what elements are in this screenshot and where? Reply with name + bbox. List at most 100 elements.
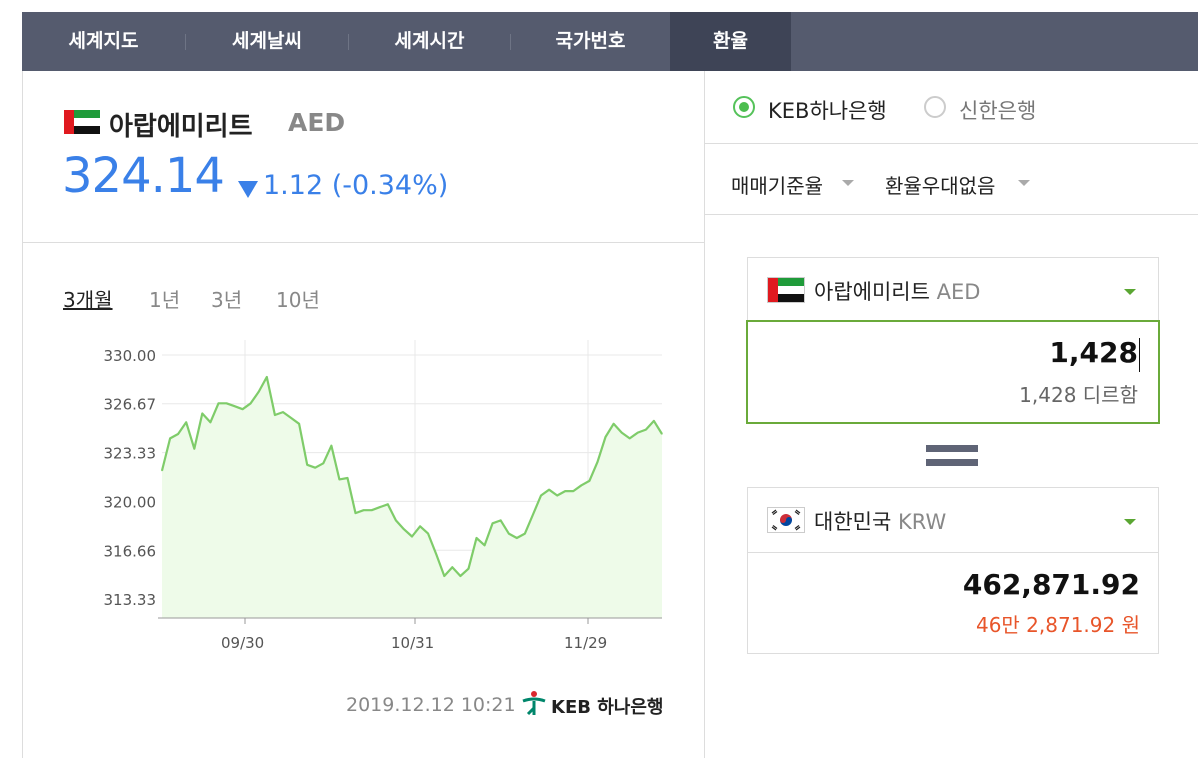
hana-bank-logo-icon bbox=[522, 691, 546, 716]
data-point bbox=[572, 490, 574, 492]
tab-world-time[interactable]: 세계시간 bbox=[349, 12, 510, 71]
data-point bbox=[411, 535, 413, 538]
data-point bbox=[217, 402, 220, 404]
preferential-rate-dropdown[interactable]: 환율우대없음 bbox=[885, 170, 995, 199]
to-currency-select[interactable]: 대한민국 KRW bbox=[748, 488, 1158, 553]
data-point bbox=[596, 461, 599, 463]
x-tick-label: 11/29 bbox=[564, 634, 607, 652]
y-tick-label: 316.66 bbox=[104, 542, 157, 560]
from-currency-code: AED bbox=[936, 280, 981, 304]
data-point bbox=[225, 402, 228, 404]
y-tick-label: 320.00 bbox=[104, 493, 157, 511]
data-point bbox=[516, 537, 518, 539]
data-point bbox=[524, 532, 526, 535]
from-amount-value: 1,428 bbox=[1049, 336, 1138, 369]
y-tick-label: 330.00 bbox=[104, 347, 157, 365]
from-country-name: 아랍에미리트 bbox=[814, 280, 930, 304]
data-point bbox=[548, 489, 550, 491]
data-point bbox=[330, 445, 332, 447]
rate-type-dropdown[interactable]: 매매기준율 bbox=[731, 170, 823, 199]
korea-flag-icon bbox=[768, 508, 804, 532]
data-point bbox=[266, 376, 268, 378]
data-point bbox=[629, 437, 631, 440]
rate-chart: 330.00 326.67 323.33 320.00 316.66 313.33 09/3… bbox=[104, 340, 663, 652]
to-country-name: 대한민국 bbox=[814, 510, 892, 534]
y-tick-label: 326.67 bbox=[104, 396, 157, 414]
data-point bbox=[443, 575, 445, 577]
x-tick-label: 10/31 bbox=[391, 634, 434, 652]
currency-country-name: 아랍에미리트 bbox=[109, 112, 253, 142]
data-point bbox=[621, 431, 623, 434]
data-point bbox=[290, 417, 292, 419]
tab-world-weather[interactable]: 세계날씨 bbox=[186, 12, 348, 71]
data-point bbox=[637, 431, 639, 434]
data-point bbox=[500, 519, 502, 521]
bank-logo-text: KEB 하나은행 bbox=[551, 697, 664, 718]
data-point bbox=[161, 470, 163, 472]
data-point bbox=[314, 467, 316, 469]
period-1-year[interactable]: 1년 bbox=[149, 284, 180, 313]
period-3-months[interactable]: 3개월 bbox=[63, 284, 113, 313]
data-point bbox=[556, 494, 558, 497]
text-cursor bbox=[1139, 338, 1140, 372]
data-point bbox=[435, 553, 437, 555]
uae-flag-icon bbox=[768, 278, 804, 302]
from-currency-select[interactable]: 아랍에미리트 AED bbox=[747, 257, 1159, 321]
data-point bbox=[346, 477, 349, 479]
data-point bbox=[242, 408, 244, 410]
divider bbox=[22, 242, 705, 243]
data-point bbox=[483, 544, 486, 546]
data-point bbox=[604, 436, 607, 438]
data-point bbox=[338, 478, 341, 481]
data-point bbox=[532, 513, 534, 516]
data-point bbox=[250, 402, 252, 404]
data-point bbox=[354, 512, 357, 514]
data-point bbox=[177, 433, 179, 435]
series-area bbox=[162, 377, 662, 618]
y-tick-label: 313.33 bbox=[104, 591, 157, 609]
period-3-years[interactable]: 3년 bbox=[211, 284, 242, 313]
bank-radio-shinhan[interactable] bbox=[924, 96, 946, 118]
from-amount-input[interactable]: 1,428 1,428 디르함 bbox=[746, 320, 1160, 424]
data-point bbox=[185, 421, 187, 423]
data-point bbox=[492, 522, 494, 524]
divider bbox=[705, 143, 1198, 144]
data-point bbox=[387, 503, 389, 505]
to-amount-text: 46만 2,871.92 원 bbox=[975, 613, 1140, 637]
data-point bbox=[451, 566, 453, 568]
data-point bbox=[508, 532, 510, 535]
data-point bbox=[661, 433, 663, 435]
data-point bbox=[371, 509, 373, 511]
data-point bbox=[588, 480, 591, 482]
data-point bbox=[379, 506, 381, 508]
data-point bbox=[282, 411, 284, 413]
bank-label-shinhan[interactable]: 신한은행 bbox=[959, 95, 1036, 125]
data-point bbox=[258, 390, 260, 393]
divider bbox=[705, 214, 1198, 215]
to-amount-value: 462,871.92 bbox=[962, 568, 1140, 601]
top-nav-bar: 세계지도 세계날씨 세계시간 국가번호 환율 bbox=[22, 12, 1198, 71]
bank-label-keb-hana[interactable]: KEB하나은행 bbox=[768, 95, 887, 125]
from-currency-label: 아랍에미리트 AED bbox=[814, 276, 980, 306]
to-currency-code: KRW bbox=[897, 510, 947, 534]
rate-timestamp: 2019.12.12 10:21 bbox=[346, 694, 516, 716]
data-point bbox=[653, 420, 655, 422]
down-arrow-icon bbox=[238, 181, 258, 198]
data-point bbox=[419, 525, 421, 527]
bank-radio-keb-hana[interactable] bbox=[733, 96, 755, 118]
data-point bbox=[475, 537, 478, 539]
data-point bbox=[322, 462, 324, 464]
currency-code: AED bbox=[288, 108, 346, 137]
tab-world-map[interactable]: 세계지도 bbox=[22, 12, 185, 71]
data-point bbox=[564, 490, 566, 492]
period-10-years[interactable]: 10년 bbox=[276, 284, 320, 313]
chevron-down-icon bbox=[842, 180, 854, 186]
data-point bbox=[201, 412, 203, 415]
tab-exchange-rate[interactable]: 환율 bbox=[670, 12, 791, 71]
data-point bbox=[298, 423, 300, 425]
tab-country-code[interactable]: 국가번호 bbox=[511, 12, 670, 71]
data-point bbox=[613, 423, 615, 425]
data-point bbox=[306, 464, 308, 466]
from-amount-text: 1,428 디르함 bbox=[1019, 383, 1138, 407]
x-tick-label: 09/30 bbox=[221, 634, 264, 652]
